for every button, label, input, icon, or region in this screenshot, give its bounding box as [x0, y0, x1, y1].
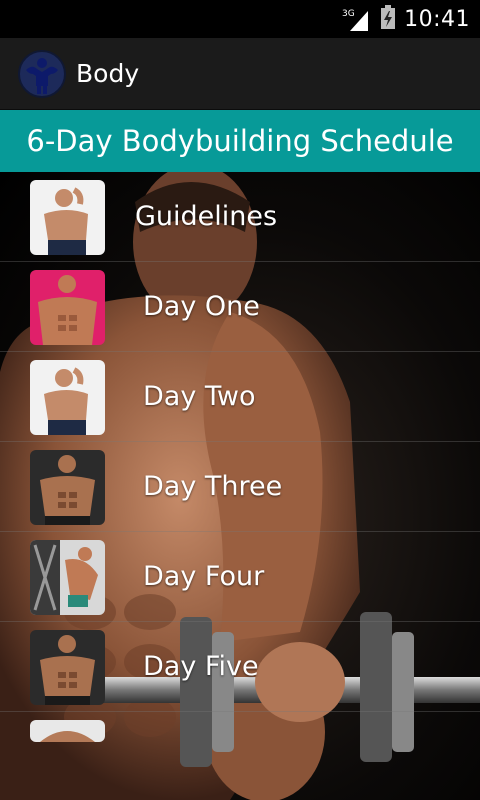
list-item-label: Day Four	[143, 561, 265, 592]
list-item-label: Day Three	[143, 471, 283, 502]
bodybuilder-logo-icon[interactable]	[18, 49, 66, 98]
network-type-label: 3G	[342, 9, 355, 19]
day-three-thumbnail	[30, 450, 105, 525]
list-item-day-five[interactable]: Day Five	[0, 622, 480, 712]
battery-charging-icon	[380, 5, 396, 33]
day-four-thumbnail	[30, 540, 105, 615]
day-two-thumbnail	[30, 360, 105, 435]
list-item-label: Day One	[143, 291, 260, 322]
content-area: Guidelines Day One Day Two Day Three Day…	[0, 172, 480, 800]
day-one-thumbnail	[30, 270, 105, 345]
list-item-day-six[interactable]	[0, 712, 480, 800]
list-item-label: Guidelines	[135, 201, 278, 232]
guidelines-thumbnail	[30, 180, 105, 255]
schedule-list: Guidelines Day One Day Two Day Three Day…	[0, 172, 480, 800]
banner-title: 6-Day Bodybuilding Schedule	[26, 124, 454, 158]
status-time: 10:41	[404, 6, 470, 32]
schedule-banner: 6-Day Bodybuilding Schedule	[0, 110, 480, 172]
list-item-label: Day Five	[143, 651, 259, 682]
app-title: Body	[76, 59, 140, 88]
list-item-label: Day Two	[143, 381, 256, 412]
list-item-day-two[interactable]: Day Two	[0, 352, 480, 442]
action-bar: Body	[0, 38, 480, 110]
list-item-guidelines[interactable]: Guidelines	[0, 172, 480, 262]
signal-icon: 3G	[342, 7, 372, 31]
status-bar: 3G 10:41	[0, 0, 480, 38]
list-item-day-one[interactable]: Day One	[0, 262, 480, 352]
day-six-thumbnail	[30, 720, 105, 742]
list-item-day-three[interactable]: Day Three	[0, 442, 480, 532]
day-five-thumbnail	[30, 630, 105, 705]
list-item-day-four[interactable]: Day Four	[0, 532, 480, 622]
